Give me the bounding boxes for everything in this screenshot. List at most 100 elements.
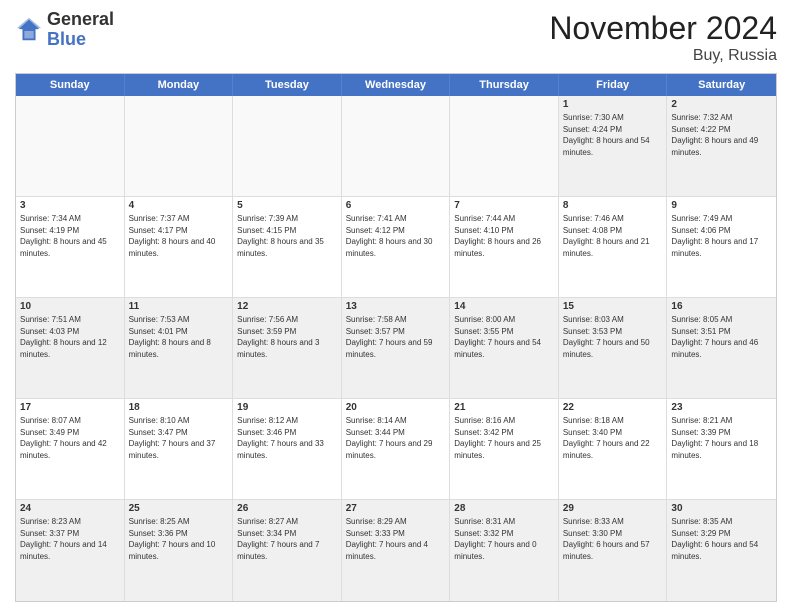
day-info: Sunrise: 7:46 AMSunset: 4:08 PMDaylight:… (563, 213, 663, 259)
day-info: Sunrise: 7:37 AMSunset: 4:17 PMDaylight:… (129, 213, 229, 259)
day-info: Sunrise: 7:39 AMSunset: 4:15 PMDaylight:… (237, 213, 337, 259)
weekday-header: Monday (125, 74, 234, 96)
day-info: Sunrise: 7:56 AMSunset: 3:59 PMDaylight:… (237, 314, 337, 360)
day-number: 30 (671, 503, 772, 514)
calendar-cell: 3 Sunrise: 7:34 AMSunset: 4:19 PMDaylight… (16, 197, 125, 297)
calendar-cell: 2Sunrise: 7:32 AMSunset: 4:22 PMDaylight… (667, 96, 776, 196)
day-number: 29 (563, 503, 663, 514)
day-number: 11 (129, 301, 229, 312)
weekday-header: Tuesday (233, 74, 342, 96)
calendar-cell (450, 96, 559, 196)
calendar-cell: 20 Sunrise: 8:14 AMSunset: 3:44 PMDayligh… (342, 399, 451, 499)
calendar-cell: 27 Sunrise: 8:29 AMSunset: 3:33 PMDayligh… (342, 500, 451, 601)
day-number: 4 (129, 200, 229, 211)
location: Buy, Russia (549, 47, 777, 65)
day-info: Sunrise: 7:49 AMSunset: 4:06 PMDaylight:… (671, 213, 772, 259)
day-number: 12 (237, 301, 337, 312)
calendar-cell: 26Sunrise: 8:27 AMSunset: 3:34 PMDayligh… (233, 500, 342, 601)
calendar-cell: 21 Sunrise: 8:16 AMSunset: 3:42 PMDayligh… (450, 399, 559, 499)
day-number: 14 (454, 301, 554, 312)
weekday-header: Friday (559, 74, 668, 96)
calendar-cell: 5 Sunrise: 7:39 AMSunset: 4:15 PMDaylight… (233, 197, 342, 297)
day-info: Sunrise: 8:33 AMSunset: 3:30 PMDaylight:… (563, 516, 663, 562)
calendar-cell: 23 Sunrise: 8:21 AMSunset: 3:39 PMDayligh… (667, 399, 776, 499)
calendar: SundayMondayTuesdayWednesdayThursdayFrid… (15, 73, 777, 602)
day-number: 2 (671, 99, 772, 110)
day-info: Sunrise: 8:31 AMSunset: 3:32 PMDaylight:… (454, 516, 554, 562)
calendar-cell: 14Sunrise: 8:00 AMSunset: 3:55 PMDayligh… (450, 298, 559, 398)
day-number: 27 (346, 503, 446, 514)
day-info: Sunrise: 8:05 AMSunset: 3:51 PMDaylight:… (671, 314, 772, 360)
calendar-week: 1Sunrise: 7:30 AMSunset: 4:24 PMDaylight… (16, 96, 776, 197)
day-number: 1 (563, 99, 663, 110)
logo-general: General (47, 9, 114, 29)
day-info: Sunrise: 8:35 AMSunset: 3:29 PMDaylight:… (671, 516, 772, 562)
calendar-cell (342, 96, 451, 196)
day-info: Sunrise: 8:14 AMSunset: 3:44 PMDaylight:… (346, 415, 446, 461)
calendar-cell: 13Sunrise: 7:58 AMSunset: 3:57 PMDayligh… (342, 298, 451, 398)
logo-icon (15, 16, 43, 44)
day-info: Sunrise: 8:10 AMSunset: 3:47 PMDaylight:… (129, 415, 229, 461)
day-info: Sunrise: 8:29 AMSunset: 3:33 PMDaylight:… (346, 516, 446, 562)
day-number: 3 (20, 200, 120, 211)
calendar-cell (16, 96, 125, 196)
day-number: 17 (20, 402, 120, 413)
calendar-week: 3 Sunrise: 7:34 AMSunset: 4:19 PMDaylight… (16, 197, 776, 298)
calendar-cell: 30 Sunrise: 8:35 AMSunset: 3:29 PMDayligh… (667, 500, 776, 601)
calendar-cell: 22Sunrise: 8:18 AMSunset: 3:40 PMDayligh… (559, 399, 668, 499)
logo: General Blue (15, 10, 114, 50)
day-number: 25 (129, 503, 229, 514)
day-info: Sunrise: 8:16 AMSunset: 3:42 PMDaylight:… (454, 415, 554, 461)
calendar-cell: 1Sunrise: 7:30 AMSunset: 4:24 PMDaylight… (559, 96, 668, 196)
calendar-cell: 9 Sunrise: 7:49 AMSunset: 4:06 PMDaylight… (667, 197, 776, 297)
day-number: 5 (237, 200, 337, 211)
day-number: 20 (346, 402, 446, 413)
day-number: 15 (563, 301, 663, 312)
calendar-cell: 11 Sunrise: 7:53 AMSunset: 4:01 PMDayligh… (125, 298, 234, 398)
day-number: 23 (671, 402, 772, 413)
day-info: Sunrise: 7:44 AMSunset: 4:10 PMDaylight:… (454, 213, 554, 259)
calendar-cell (125, 96, 234, 196)
calendar-cell: 10 Sunrise: 7:51 AMSunset: 4:03 PMDayligh… (16, 298, 125, 398)
calendar-cell: 16 Sunrise: 8:05 AMSunset: 3:51 PMDayligh… (667, 298, 776, 398)
weekday-header: Sunday (16, 74, 125, 96)
calendar-cell: 24Sunrise: 8:23 AMSunset: 3:37 PMDayligh… (16, 500, 125, 601)
day-info: Sunrise: 8:27 AMSunset: 3:34 PMDaylight:… (237, 516, 337, 562)
day-number: 16 (671, 301, 772, 312)
calendar-week: 10 Sunrise: 7:51 AMSunset: 4:03 PMDayligh… (16, 298, 776, 399)
header: General Blue November 2024 Buy, Russia (15, 10, 777, 65)
day-number: 7 (454, 200, 554, 211)
day-info: Sunrise: 7:53 AMSunset: 4:01 PMDaylight:… (129, 314, 229, 360)
day-number: 18 (129, 402, 229, 413)
calendar-cell: 15Sunrise: 8:03 AMSunset: 3:53 PMDayligh… (559, 298, 668, 398)
day-number: 9 (671, 200, 772, 211)
calendar-cell: 19 Sunrise: 8:12 AMSunset: 3:46 PMDayligh… (233, 399, 342, 499)
calendar-cell: 12 Sunrise: 7:56 AMSunset: 3:59 PMDayligh… (233, 298, 342, 398)
day-info: Sunrise: 8:18 AMSunset: 3:40 PMDaylight:… (563, 415, 663, 461)
calendar-week: 24Sunrise: 8:23 AMSunset: 3:37 PMDayligh… (16, 500, 776, 601)
logo-text: General Blue (47, 10, 114, 50)
day-number: 19 (237, 402, 337, 413)
calendar-body: 1Sunrise: 7:30 AMSunset: 4:24 PMDaylight… (16, 96, 776, 601)
month-title: November 2024 (549, 10, 777, 47)
calendar-cell: 28Sunrise: 8:31 AMSunset: 3:32 PMDayligh… (450, 500, 559, 601)
calendar-cell: 7 Sunrise: 7:44 AMSunset: 4:10 PMDaylight… (450, 197, 559, 297)
day-info: Sunrise: 7:34 AMSunset: 4:19 PMDaylight:… (20, 213, 120, 259)
day-info: Sunrise: 7:51 AMSunset: 4:03 PMDaylight:… (20, 314, 120, 360)
calendar-cell: 6Sunrise: 7:41 AMSunset: 4:12 PMDaylight… (342, 197, 451, 297)
calendar-cell: 29 Sunrise: 8:33 AMSunset: 3:30 PMDayligh… (559, 500, 668, 601)
day-info: Sunrise: 7:58 AMSunset: 3:57 PMDaylight:… (346, 314, 446, 360)
day-info: Sunrise: 8:23 AMSunset: 3:37 PMDaylight:… (20, 516, 120, 562)
title-area: November 2024 Buy, Russia (549, 10, 777, 65)
day-info: Sunrise: 8:25 AMSunset: 3:36 PMDaylight:… (129, 516, 229, 562)
calendar-cell: 8Sunrise: 7:46 AMSunset: 4:08 PMDaylight… (559, 197, 668, 297)
calendar-cell: 18 Sunrise: 8:10 AMSunset: 3:47 PMDayligh… (125, 399, 234, 499)
calendar-cell: 25 Sunrise: 8:25 AMSunset: 3:36 PMDayligh… (125, 500, 234, 601)
day-number: 21 (454, 402, 554, 413)
calendar-cell: 4 Sunrise: 7:37 AMSunset: 4:17 PMDaylight… (125, 197, 234, 297)
day-info: Sunrise: 8:12 AMSunset: 3:46 PMDaylight:… (237, 415, 337, 461)
day-info: Sunrise: 8:07 AMSunset: 3:49 PMDaylight:… (20, 415, 120, 461)
day-info: Sunrise: 8:21 AMSunset: 3:39 PMDaylight:… (671, 415, 772, 461)
logo-blue: Blue (47, 29, 86, 49)
day-number: 10 (20, 301, 120, 312)
